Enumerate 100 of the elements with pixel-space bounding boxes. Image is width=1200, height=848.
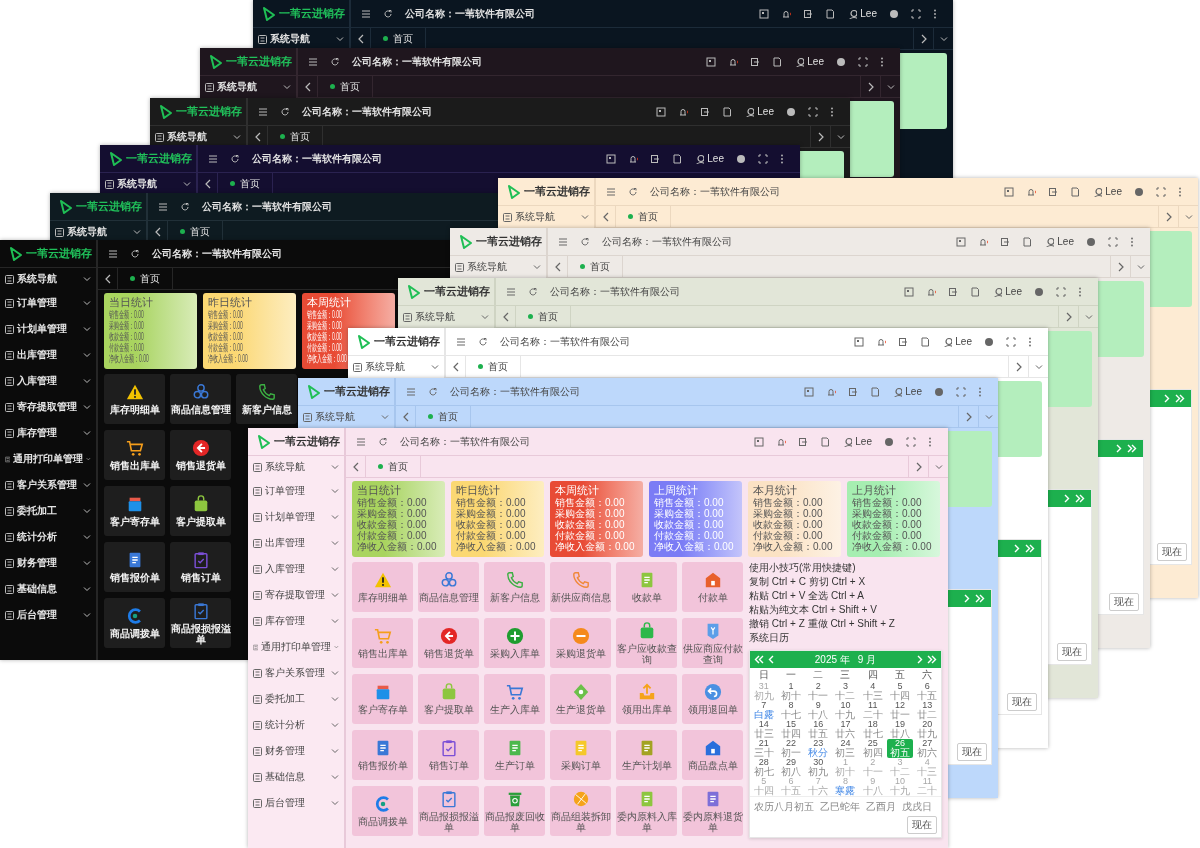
calendar-day[interactable]: 8 寒露 xyxy=(832,777,859,796)
calendar-day[interactable]: 6 十五 xyxy=(914,682,940,701)
user-name[interactable]: Lee xyxy=(807,56,824,67)
user-name[interactable]: Lee xyxy=(955,336,972,347)
tab[interactable]: 首页 xyxy=(568,256,623,277)
sidebar-item[interactable]: 系统导航 xyxy=(0,268,96,290)
calendar-day[interactable]: 23 秋分 xyxy=(805,739,831,758)
shortcut-tile[interactable]: 采购入库单 xyxy=(484,618,545,668)
shortcut-tile[interactable]: 新客户信息 xyxy=(236,374,297,424)
shortcut-tile[interactable]: 销售订单 xyxy=(418,730,479,780)
sidebar-item[interactable]: 系统导航 xyxy=(498,206,594,228)
shortcut-tile[interactable]: 商品信息管理 xyxy=(418,562,479,612)
tab[interactable]: 首页 xyxy=(318,76,373,97)
tab[interactable]: 首页 xyxy=(416,406,471,427)
sidebar-item[interactable]: 基础信息 xyxy=(0,576,96,602)
calendar-day[interactable]: 14 廿三 xyxy=(751,720,777,739)
sidebar-item[interactable]: 统计分析 xyxy=(0,524,96,550)
sidebar-item[interactable]: 系统导航 xyxy=(200,76,296,98)
shortcut-tile[interactable]: 销售出库单 xyxy=(104,430,165,480)
calendar-day[interactable]: 4 十三 xyxy=(860,682,886,701)
user-name[interactable]: Lee xyxy=(905,386,922,397)
shortcut-tile[interactable]: 新供应商信息 xyxy=(550,562,611,612)
calendar-day[interactable]: 8 十七 xyxy=(778,701,804,720)
shortcut-tile[interactable]: 供应商应付款查询 xyxy=(682,618,743,668)
sidebar-item[interactable]: 财务管理 xyxy=(0,550,96,576)
sidebar-item[interactable]: 财务管理 xyxy=(248,738,344,764)
calendar-day[interactable]: 9 十八 xyxy=(805,701,831,720)
calendar-day[interactable]: 20 廿九 xyxy=(914,720,940,739)
shortcut-tile[interactable]: 客户应收款查询 xyxy=(616,618,677,668)
shortcut-tile[interactable]: 商品信息管理 xyxy=(170,374,231,424)
user-name[interactable]: Lee xyxy=(707,153,724,164)
shortcut-tile[interactable]: 商品报废回收单 xyxy=(484,786,545,836)
calendar-day[interactable]: 16 廿五 xyxy=(805,720,831,739)
calendar-day[interactable]: 30 初九 xyxy=(805,758,831,777)
sidebar-item[interactable]: 计划单管理 xyxy=(248,504,344,530)
calendar-day[interactable]: 29 初八 xyxy=(778,758,804,777)
now-button[interactable]: 现在 xyxy=(1109,593,1139,611)
sidebar-item[interactable]: 寄存提取管理 xyxy=(248,582,344,608)
sidebar-item[interactable]: 入库管理 xyxy=(248,556,344,582)
calendar-day[interactable]: 25 初四 xyxy=(860,739,886,758)
calendar-day[interactable]: 11 二十 xyxy=(860,701,886,720)
sidebar-item[interactable]: 计划单管理 xyxy=(0,316,96,342)
shortcut-tile[interactable]: 收款单 xyxy=(616,562,677,612)
shortcut-tile[interactable]: 商品调拨单 xyxy=(104,598,165,648)
sidebar-item[interactable]: 系统导航 xyxy=(348,356,444,378)
sidebar-item[interactable]: 系统导航 xyxy=(100,173,196,195)
sidebar-item[interactable]: 出库管理 xyxy=(0,342,96,368)
shortcut-tile[interactable]: 商品盘点单 xyxy=(682,730,743,780)
sidebar-item[interactable]: 库存管理 xyxy=(248,608,344,634)
calendar-day[interactable]: 10 十九 xyxy=(832,701,859,720)
shortcut-tile[interactable]: 领用出库单 xyxy=(616,674,677,724)
shortcut-tile[interactable]: 销售报价单 xyxy=(104,542,165,592)
sidebar-item[interactable]: 系统导航 xyxy=(50,221,146,243)
sidebar-item[interactable]: 通用打印单管理 xyxy=(0,446,96,472)
user-name[interactable]: Lee xyxy=(1057,236,1074,247)
sidebar-item[interactable]: 委托加工 xyxy=(0,498,96,524)
shortcut-tile[interactable]: 客户提取单 xyxy=(418,674,479,724)
tab[interactable]: 首页 xyxy=(366,456,421,477)
sidebar-item[interactable]: 统计分析 xyxy=(248,712,344,738)
now-button[interactable]: 现在 xyxy=(957,743,987,761)
sidebar-item[interactable]: 后台管理 xyxy=(0,602,96,628)
sidebar-item[interactable]: 系统导航 xyxy=(298,406,394,428)
tab[interactable]: 首页 xyxy=(616,206,671,227)
user-name[interactable]: Lee xyxy=(860,8,877,19)
shortcut-tile[interactable]: 商品报损报溢单 xyxy=(170,598,231,648)
now-button[interactable]: 现在 xyxy=(907,816,937,834)
calendar-day[interactable]: 22 初一 xyxy=(778,739,804,758)
calendar-day[interactable]: 28 初七 xyxy=(751,758,777,777)
shortcut-tile[interactable]: 商品组装拆卸单 xyxy=(550,786,611,836)
shortcut-tile[interactable]: 采购退货单 xyxy=(550,618,611,668)
shortcut-tile[interactable]: 生产订单 xyxy=(484,730,545,780)
calendar-day[interactable]: 2 十一 xyxy=(805,682,831,701)
sidebar-item[interactable]: 系统导航 xyxy=(248,456,344,478)
calendar-day[interactable]: 21 三十 xyxy=(751,739,777,758)
calendar-day[interactable]: 12 廿一 xyxy=(887,701,913,720)
calendar-day[interactable]: 1 初十 xyxy=(778,682,804,701)
calendar-day[interactable]: 18 廿七 xyxy=(860,720,886,739)
sidebar-item[interactable]: 系统导航 xyxy=(253,28,349,50)
shortcut-tile[interactable]: 客户提取单 xyxy=(170,486,231,536)
shortcut-tile[interactable]: 商品调拨单 xyxy=(352,786,413,836)
shortcut-tile[interactable]: 销售报价单 xyxy=(352,730,413,780)
calendar-day[interactable]: 15 廿四 xyxy=(778,720,804,739)
shortcut-tile[interactable]: 库存明细单 xyxy=(352,562,413,612)
shortcut-tile[interactable]: 委内原料入库单 xyxy=(616,786,677,836)
shortcut-tile[interactable]: 销售出库单 xyxy=(352,618,413,668)
shortcut-tile[interactable]: 销售退货单 xyxy=(170,430,231,480)
calendar-day[interactable]: 19 廿八 xyxy=(887,720,913,739)
now-button[interactable]: 现在 xyxy=(1157,543,1187,561)
shortcut-tile[interactable]: 客户寄存单 xyxy=(104,486,165,536)
sidebar-item[interactable]: 委托加工 xyxy=(248,686,344,712)
calendar-day[interactable]: 3 十二 xyxy=(832,682,859,701)
now-button[interactable]: 现在 xyxy=(1057,643,1087,661)
sidebar-item[interactable]: 通用打印单管理 xyxy=(248,634,344,660)
sidebar-item[interactable]: 出库管理 xyxy=(248,530,344,556)
tab[interactable]: 首页 xyxy=(516,306,571,327)
tab[interactable]: 首页 xyxy=(466,356,521,377)
shortcut-tile[interactable]: 商品报损报溢单 xyxy=(418,786,479,836)
shortcut-tile[interactable]: 销售订单 xyxy=(170,542,231,592)
shortcut-tile[interactable]: 生产入库单 xyxy=(484,674,545,724)
shortcut-tile[interactable]: 付款单 xyxy=(682,562,743,612)
